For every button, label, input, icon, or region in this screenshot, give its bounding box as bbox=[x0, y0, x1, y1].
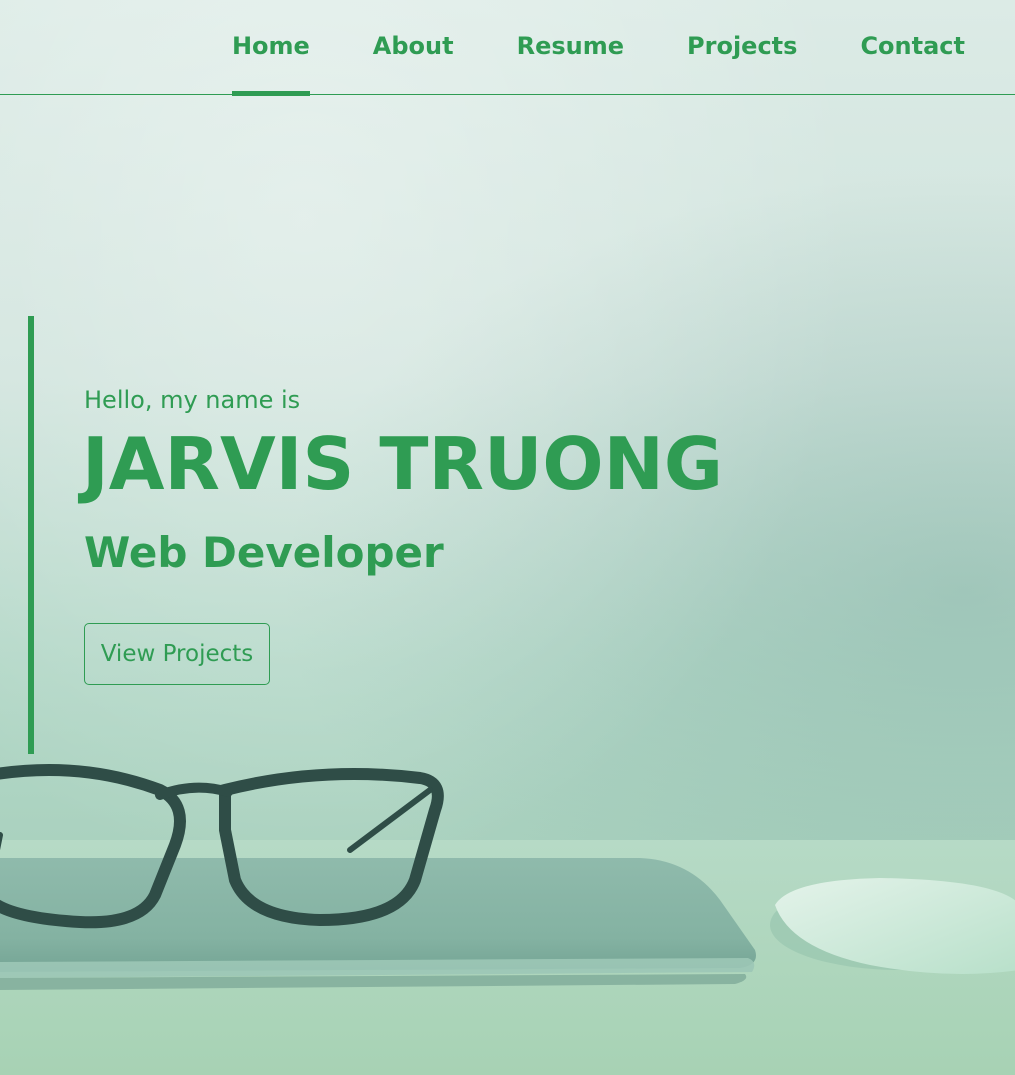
nav-item-projects[interactable]: Projects bbox=[687, 0, 797, 95]
hero-role: Web Developer bbox=[84, 528, 444, 577]
view-projects-button[interactable]: View Projects bbox=[84, 623, 270, 685]
page: Home About Resume Projects Contact Hello… bbox=[0, 0, 1015, 1075]
nav-item-home[interactable]: Home bbox=[231, 0, 310, 96]
nav-item-resume[interactable]: Resume bbox=[517, 0, 624, 95]
glasses-image bbox=[0, 764, 444, 929]
laptop-image bbox=[0, 858, 756, 990]
mouse-image bbox=[770, 878, 1015, 974]
nav-list: Home About Resume Projects Contact bbox=[231, 0, 965, 96]
hero-accent-bar bbox=[28, 316, 34, 754]
desk-surface bbox=[0, 840, 1015, 1075]
nav-item-about[interactable]: About bbox=[373, 0, 454, 95]
nav-item-contact[interactable]: Contact bbox=[860, 0, 965, 95]
hero-greeting: Hello, my name is bbox=[84, 386, 301, 414]
hero-name: JARVIS TRUONG bbox=[82, 422, 723, 506]
top-nav: Home About Resume Projects Contact bbox=[0, 0, 1015, 96]
